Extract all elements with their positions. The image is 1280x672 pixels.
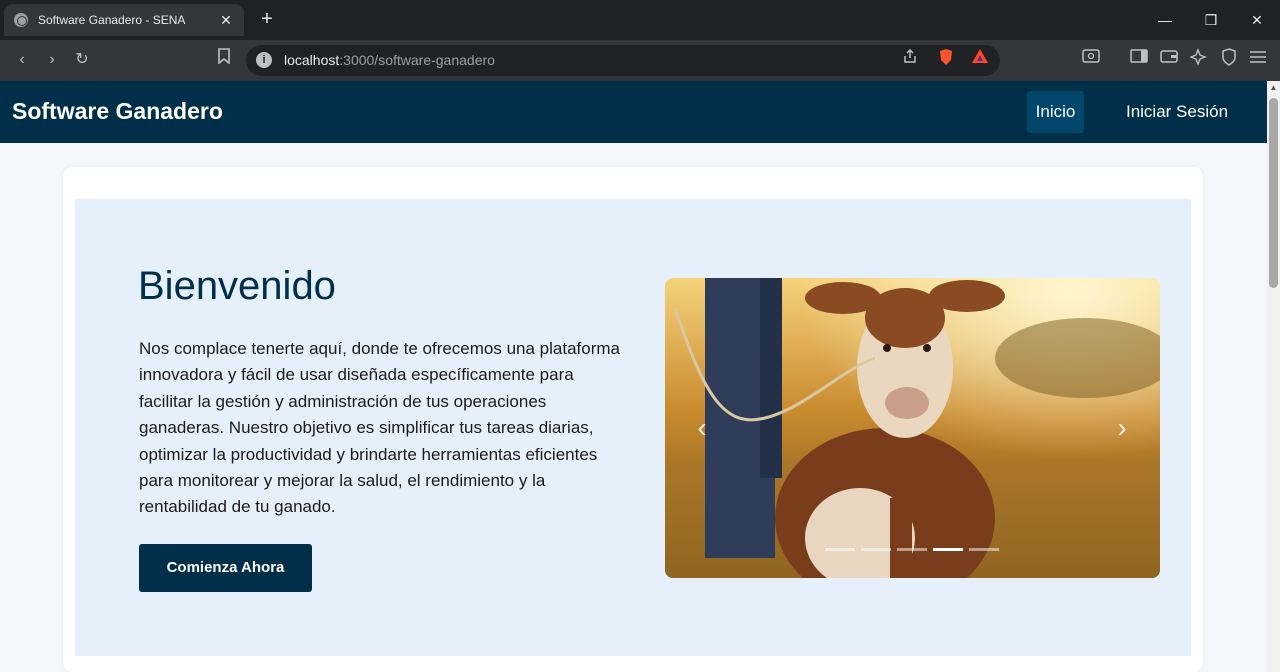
- search-tab-icon[interactable]: [1079, 48, 1103, 72]
- back-icon[interactable]: ‹: [10, 48, 34, 72]
- scrollbar-thumb[interactable]: [1269, 98, 1278, 288]
- brand-title[interactable]: Software Ganadero: [12, 98, 223, 125]
- rewards-icon[interactable]: [968, 48, 992, 72]
- comienza-ahora-button[interactable]: Comienza Ahora: [139, 544, 312, 592]
- brave-shields-icon[interactable]: [934, 48, 958, 72]
- carousel-next-icon[interactable]: ›: [1110, 413, 1134, 443]
- leo-ai-icon[interactable]: [1187, 48, 1211, 72]
- minimize-button[interactable]: —: [1142, 6, 1188, 34]
- globe-icon: [14, 13, 28, 27]
- carousel-indicator[interactable]: [825, 548, 855, 551]
- sidebar-icon[interactable]: [1127, 48, 1151, 72]
- share-icon[interactable]: [898, 48, 922, 72]
- carousel-indicators: [825, 548, 999, 551]
- image-carousel: [665, 278, 1160, 578]
- nav-iniciar-sesion[interactable]: Iniciar Sesión: [1118, 91, 1236, 133]
- tab-close-icon[interactable]: ✕: [218, 12, 234, 29]
- url-path: :3000/software-ganadero: [339, 52, 495, 68]
- carousel-indicator-active[interactable]: [933, 548, 963, 551]
- carousel-prev-icon[interactable]: ‹: [690, 413, 714, 443]
- scroll-up-arrow-icon[interactable]: ▲: [1268, 83, 1279, 93]
- window-close-button[interactable]: ✕: [1234, 6, 1280, 34]
- carousel-indicator[interactable]: [897, 548, 927, 551]
- wallet-icon[interactable]: [1157, 48, 1181, 72]
- url-host: localhost: [284, 52, 340, 68]
- hero-heading: Bienvenido: [138, 264, 336, 308]
- carousel-indicator[interactable]: [969, 548, 999, 551]
- reload-icon[interactable]: ↻: [70, 48, 94, 72]
- restore-button[interactable]: ❐: [1188, 6, 1234, 34]
- new-tab-button[interactable]: +: [256, 8, 278, 30]
- url-text[interactable]: localhost:3000/software-ganadero: [284, 52, 495, 68]
- forward-icon[interactable]: ›: [40, 48, 64, 72]
- carousel-indicator[interactable]: [861, 548, 891, 551]
- vpn-shield-icon[interactable]: [1217, 48, 1241, 72]
- hero-paragraph: Nos complace tenerte aquí, donde te ofre…: [139, 339, 621, 517]
- site-info-icon[interactable]: i: [256, 52, 272, 68]
- bookmark-icon[interactable]: [212, 48, 236, 72]
- cow-field-photo: [665, 278, 1160, 578]
- menu-icon[interactable]: [1246, 48, 1270, 72]
- nav-inicio[interactable]: Inicio: [1027, 91, 1084, 133]
- tab-title: Software Ganadero - SENA: [38, 13, 186, 27]
- browser-tab[interactable]: Software Ganadero - SENA ✕: [4, 4, 244, 36]
